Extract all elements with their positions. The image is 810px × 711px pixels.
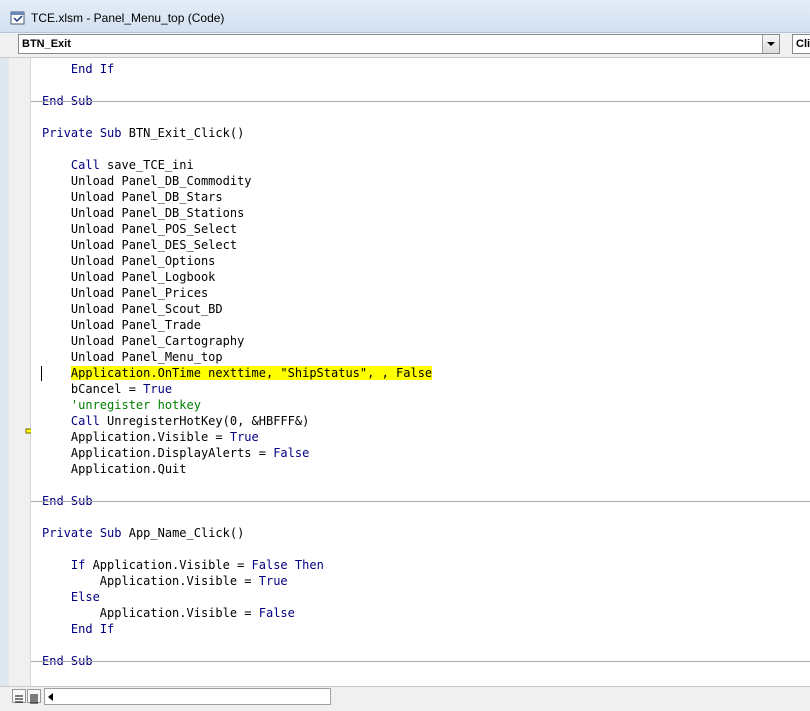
code-line: If Application.Visible = False Then — [70, 558, 324, 572]
code-line: Private Sub BTN_Exit_Click() — [42, 126, 245, 140]
procedure-separator — [31, 501, 810, 502]
code-line: Unload Panel_Cartography — [42, 334, 245, 348]
window-title: TCE.xlsm - Panel_Menu_top (Code) — [31, 11, 225, 25]
object-procedure-bar: BTN_Exit Click — [0, 33, 810, 58]
code-line: Unload Panel_DES_Select — [42, 238, 238, 252]
code-line: Unload Panel_Scout_BD — [42, 302, 223, 316]
horizontal-scrollbar[interactable] — [44, 688, 331, 705]
code-line: Unload Panel_Prices — [42, 286, 209, 300]
code-line: Application.DisplayAlerts = False — [42, 446, 310, 460]
procedure-separator — [31, 661, 810, 662]
procedure-separator — [31, 101, 810, 102]
object-combo[interactable]: BTN_Exit — [18, 34, 780, 54]
chevron-down-icon — [767, 42, 775, 46]
code-line: Unload Panel_Logbook — [42, 270, 216, 284]
window-border — [0, 58, 9, 686]
code-line: Unload Panel_Options — [42, 254, 216, 268]
code-line: Else — [70, 590, 100, 604]
code-line: Unload Panel_Menu_top — [42, 350, 223, 364]
full-module-view-icon — [30, 694, 38, 704]
bottom-bar — [0, 686, 810, 711]
code-line: Application.Visible = True — [42, 574, 288, 588]
procedure-combo-value: Click — [796, 38, 810, 50]
code-line: 'unregister hotkey — [42, 398, 201, 412]
scroll-left-icon[interactable] — [48, 693, 53, 701]
code-line: Unload Panel_POS_Select — [42, 222, 238, 236]
object-combo-dropdown-button[interactable] — [762, 35, 779, 53]
object-combo-value: BTN_Exit — [22, 38, 71, 50]
code-line: End If — [70, 62, 115, 76]
procedure-combo[interactable]: Click — [792, 34, 810, 54]
code-line: Unload Panel_Trade — [42, 318, 201, 332]
code-line: bCancel = True — [42, 382, 173, 396]
code-line: Application.Quit — [42, 462, 187, 476]
procedure-view-icon — [15, 695, 23, 703]
title-bar: TCE.xlsm - Panel_Menu_top (Code) — [0, 0, 810, 33]
code-line: Application.Visible = True — [42, 430, 259, 444]
code-line: End If — [70, 622, 115, 636]
code-line: Unload Panel_DB_Stars — [42, 190, 223, 204]
code-line: Unload Panel_DB_Commodity — [42, 174, 252, 188]
margin-indicator-bar[interactable] — [9, 58, 38, 686]
code-line: Call UnregisterHotKey(0, &HBFFF&) — [70, 414, 310, 428]
code-line: Application.Visible = False — [42, 606, 295, 620]
code-line: Application.OnTime nexttime, "ShipStatus… — [70, 366, 433, 380]
code-window-icon — [10, 11, 25, 25]
procedure-view-button[interactable] — [12, 689, 26, 703]
code-line: Call save_TCE_ini — [70, 158, 194, 172]
code-line: Private Sub App_Name_Click() — [42, 526, 245, 540]
full-module-view-button[interactable] — [27, 689, 41, 704]
code-editor[interactable]: End If End Sub Private Sub BTN_Exit_Click(… — [31, 58, 810, 686]
code-line: Unload Panel_DB_Stations — [42, 206, 245, 220]
